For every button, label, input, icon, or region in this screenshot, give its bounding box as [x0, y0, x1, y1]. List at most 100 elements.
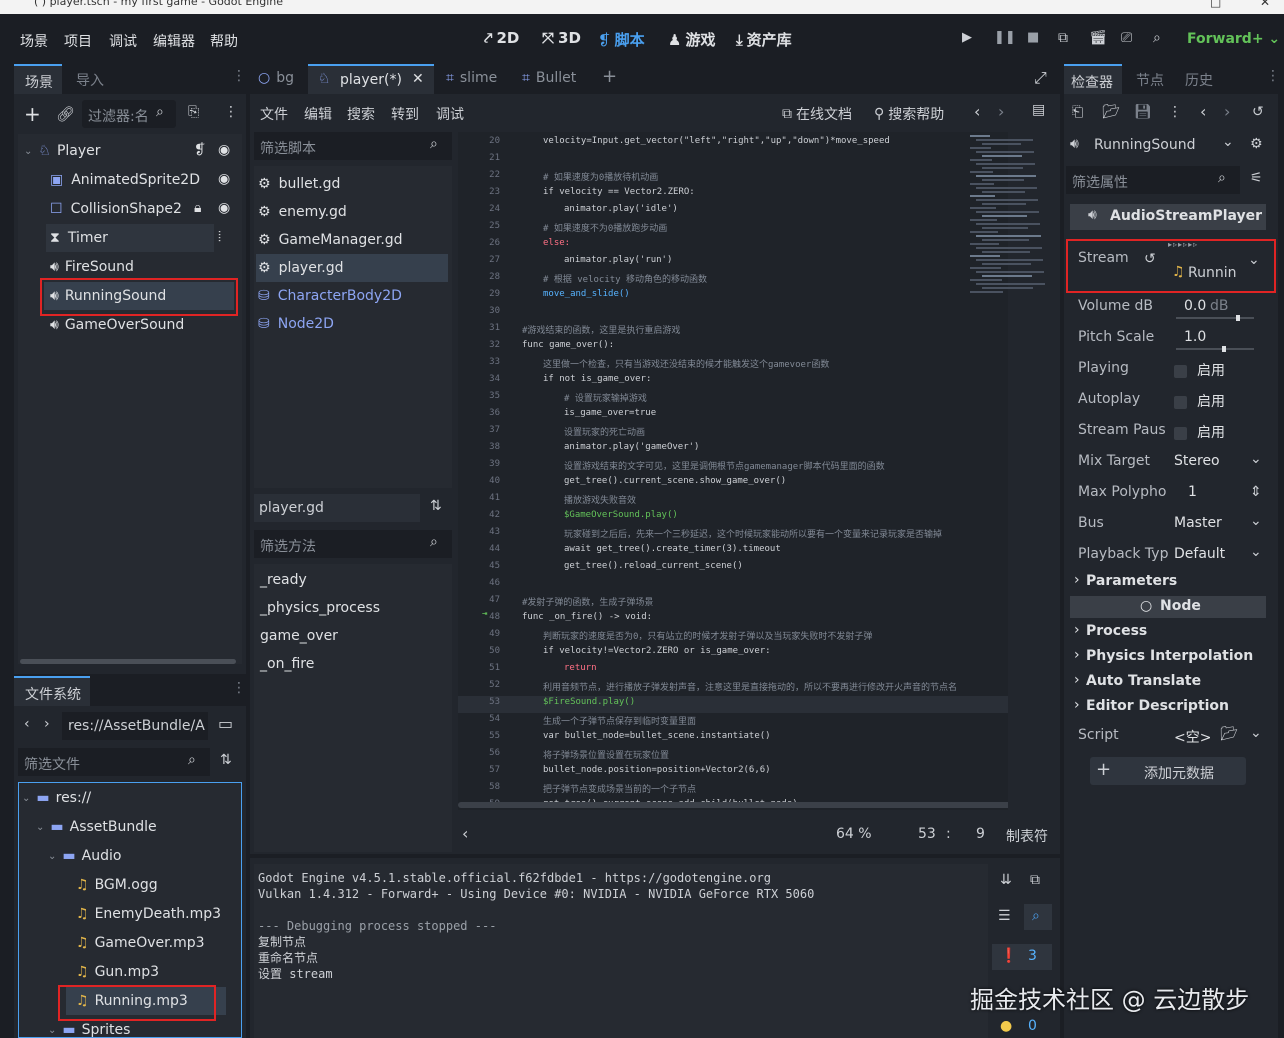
dock-menu-icon[interactable]: ⋮	[1266, 68, 1280, 84]
collapse-arrow-icon[interactable]: ⌄	[22, 793, 30, 804]
section-physics-interpolation[interactable]: › Physics Interpolation	[1070, 646, 1266, 668]
search-help-button[interactable]: ⚲ 搜索帮助	[874, 104, 944, 124]
forward-icon[interactable]: ›	[44, 716, 50, 732]
tab-player[interactable]: ♘ player(*) ✕	[308, 64, 434, 94]
back-icon[interactable]: ‹	[24, 716, 30, 732]
history-forward-icon[interactable]: ›	[1224, 102, 1230, 121]
maximize-icon[interactable]: □	[1210, 0, 1221, 9]
history-back-icon[interactable]: ‹	[1200, 102, 1206, 121]
search-output-button[interactable]: ⌕	[1024, 904, 1052, 930]
warning-filter-button[interactable]: ● 0	[992, 1014, 1052, 1038]
signal-icon[interactable]: ⦙	[218, 229, 221, 245]
code-minimap[interactable]	[966, 132, 1046, 312]
visibility-icon[interactable]: ◉	[218, 171, 230, 187]
file-item-audio[interactable]: ⌄ ▬ Audio	[22, 842, 232, 870]
volume-slider[interactable]	[1176, 315, 1254, 321]
attach-script-icon[interactable]: ⎘	[188, 104, 199, 120]
file-item-gun[interactable]: ♫ Gun.mp3	[22, 958, 232, 986]
chevron-down-icon[interactable]: ⌄	[1250, 513, 1262, 529]
online-docs-button[interactable]: ⧉ 在线文档	[782, 104, 852, 124]
property-value[interactable]: Default	[1174, 546, 1225, 562]
stop-icon[interactable]: ■	[1027, 30, 1039, 45]
toggle-panel-icon[interactable]: ▤	[1032, 102, 1045, 118]
menu-editor[interactable]: 编辑器	[153, 31, 195, 51]
add-metadata-button[interactable]: + 添加元数据	[1090, 757, 1246, 785]
collapse-arrow-icon[interactable]: ⌄	[24, 146, 32, 157]
section-node[interactable]: ○ Node	[1070, 596, 1266, 618]
signal-connection-icon[interactable]: ⇥	[482, 609, 487, 619]
tab-slime[interactable]: ⌗ slime	[446, 70, 497, 86]
method-filter-input[interactable]: 筛选方法 ⌕	[254, 530, 452, 558]
workspace-game[interactable]: ♟ 游戏	[668, 29, 715, 50]
collapse-arrow-icon[interactable]: ⌄	[48, 1025, 56, 1036]
scene-node-animatedsprite2d[interactable]: ▣ AnimatedSprite2D ◉	[22, 166, 240, 194]
script-item-bullet[interactable]: ⚙ bullet.gd	[258, 170, 448, 198]
play-icon[interactable]: ▶	[962, 30, 972, 45]
next-script-icon[interactable]: ›	[998, 102, 1004, 121]
property-filter-input[interactable]: 筛选属性 ⌕	[1066, 166, 1240, 194]
scene-menu-icon[interactable]: ⋮	[224, 104, 238, 120]
menu-scene[interactable]: 场景	[20, 31, 48, 51]
file-item-assetbundle[interactable]: ⌄ ▬ AssetBundle	[22, 813, 232, 841]
property-value[interactable]: 0.0	[1184, 298, 1206, 314]
playing-checkbox[interactable]: 启用	[1174, 360, 1225, 380]
menu-debug[interactable]: 调试	[109, 31, 137, 51]
file-filter-input[interactable]: 筛选文件 ⌕	[18, 748, 210, 776]
prev-script-icon[interactable]: ‹	[974, 102, 980, 121]
file-item-enemydeath[interactable]: ♫ EnemyDeath.mp3	[22, 900, 232, 928]
collapse-arrow-icon[interactable]: ⌄	[48, 851, 56, 862]
file-item-gameover[interactable]: ♫ GameOver.mp3	[22, 929, 232, 957]
property-value[interactable]: Stereo	[1174, 453, 1220, 469]
add-node-icon[interactable]: +	[24, 102, 41, 126]
property-value[interactable]: Master	[1174, 515, 1222, 531]
tab-import[interactable]: 导入	[76, 70, 104, 90]
script-menu-edit[interactable]: 编辑	[304, 104, 332, 124]
new-tab-icon[interactable]: +	[602, 66, 617, 87]
workspace-2d[interactable]: ⤤ 2D	[484, 29, 519, 47]
dock-menu-icon[interactable]: ⋮	[232, 680, 246, 696]
section-editor-description[interactable]: › Editor Description	[1070, 696, 1266, 718]
workspace-3d[interactable]: ⤧ 3D	[542, 29, 581, 47]
link-icon[interactable]: 🔗︎	[56, 105, 75, 123]
script-attached-icon[interactable]: ❡	[194, 142, 206, 158]
file-item-sprites[interactable]: ⌄ ▬ Sprites	[22, 1016, 232, 1038]
pitch-slider[interactable]	[1176, 346, 1254, 352]
script-menu-goto[interactable]: 转到	[391, 104, 419, 124]
resource-menu-icon[interactable]: ⋮	[1168, 104, 1182, 120]
script-item-enemy[interactable]: ⚙ enemy.gd	[258, 198, 448, 226]
chevron-down-icon[interactable]: ⌄	[1250, 544, 1262, 560]
scene-node-gameoversound[interactable]: 🔊︎ GameOverSound	[22, 311, 240, 339]
menu-project[interactable]: 项目	[64, 31, 92, 51]
method-item[interactable]: _physics_process	[260, 594, 380, 622]
property-value[interactable]: 1	[1188, 484, 1197, 500]
clear-output-icon[interactable]: ⇊	[1000, 872, 1012, 888]
movie-maker-icon[interactable]: ⌕	[1153, 30, 1161, 46]
slider-grabber[interactable]	[1236, 315, 1240, 321]
tab-history[interactable]: 历史	[1185, 70, 1213, 90]
collapse-arrow-icon[interactable]: ⌄	[36, 822, 44, 833]
indent-mode[interactable]: 制表符	[1006, 826, 1048, 846]
play-custom-scene-icon[interactable]: ⎚	[1121, 30, 1132, 46]
renderer-selector[interactable]: Forward+ ⌄	[1187, 31, 1280, 47]
zoom-level[interactable]: 64 %	[836, 826, 872, 842]
play-scene-icon[interactable]: 🎬︎	[1089, 30, 1107, 46]
sort-icon[interactable]: ⇅	[220, 752, 232, 768]
script-value[interactable]: <空>	[1174, 727, 1211, 747]
stream-paused-checkbox[interactable]: 启用	[1174, 422, 1225, 442]
script-item-player[interactable]: ⚙ player.gd	[256, 254, 448, 282]
split-view-icon[interactable]: ▭	[218, 714, 233, 733]
visibility-icon[interactable]: ◉	[218, 142, 230, 158]
method-item[interactable]: game_over	[260, 622, 338, 650]
scene-node-firesound[interactable]: 🔊︎ FireSound	[22, 253, 240, 281]
code-hscrollbar[interactable]	[458, 802, 1008, 808]
file-item-res[interactable]: ⌄ ▬ res://	[22, 784, 232, 812]
workspace-assetlib[interactable]: ⤓ 资产库	[736, 29, 792, 50]
toggle-scripts-panel-icon[interactable]: ‹	[462, 824, 468, 843]
scene-tree-scrollbar[interactable]	[20, 659, 236, 664]
autoplay-checkbox[interactable]: 启用	[1174, 391, 1225, 411]
tab-bullet[interactable]: ⌗ Bullet	[522, 70, 576, 86]
tab-inspector[interactable]: 检查器	[1064, 64, 1122, 94]
section-parameters[interactable]: › Parameters	[1070, 571, 1266, 593]
script-menu-search[interactable]: 搜索	[347, 104, 375, 124]
open-resource-icon[interactable]: 📂︎	[1102, 104, 1120, 120]
